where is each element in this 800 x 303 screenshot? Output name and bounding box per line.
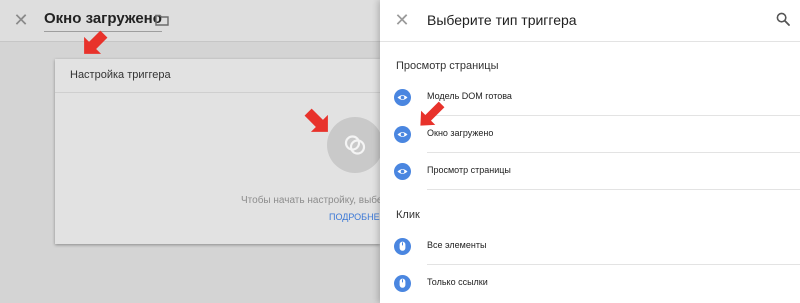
section-title-click: Клик bbox=[396, 209, 420, 221]
trigger-type-panel: ✕ Выберите тип триггера Просмотр страниц… bbox=[380, 0, 800, 303]
divider bbox=[427, 264, 800, 265]
mouse-icon bbox=[394, 275, 411, 292]
editor-header: ✕ Окно загружено bbox=[0, 0, 380, 42]
eye-icon bbox=[394, 126, 411, 143]
trigger-type-window-loaded[interactable]: Окно загружено bbox=[380, 117, 800, 153]
section-title-pageview: Просмотр страницы bbox=[396, 60, 499, 72]
learn-more-link[interactable]: ПОДРОБНЕЕ bbox=[329, 212, 380, 222]
card-title: Настройка триггера bbox=[70, 69, 171, 81]
trigger-type-label: Просмотр страницы bbox=[427, 165, 511, 175]
choose-trigger-type-button[interactable] bbox=[327, 117, 383, 173]
trigger-type-just-links[interactable]: Только ссылки bbox=[380, 266, 800, 302]
panel-title: Выберите тип триггера bbox=[427, 12, 577, 28]
divider bbox=[427, 152, 800, 153]
close-icon[interactable]: ✕ bbox=[394, 10, 410, 30]
trigger-type-page-view[interactable]: Просмотр страницы bbox=[380, 154, 800, 190]
trigger-type-label: Окно загружено bbox=[427, 128, 494, 138]
divider bbox=[427, 115, 800, 116]
panel-header: ✕ Выберите тип триггера bbox=[380, 0, 800, 42]
trigger-editor: ✕ Окно загружено Настройка триггера Чтоб… bbox=[0, 0, 383, 303]
trigger-type-dom-ready[interactable]: Модель DOM готова bbox=[380, 80, 800, 116]
trigger-placeholder-icon bbox=[344, 135, 366, 155]
trigger-type-label: Только ссылки bbox=[427, 277, 488, 287]
trigger-config-card: Настройка триггера Чтобы начать настройк… bbox=[55, 59, 383, 244]
trigger-type-label: Все элементы bbox=[427, 240, 487, 250]
mouse-icon bbox=[394, 238, 411, 255]
trigger-name-title[interactable]: Окно загружено bbox=[44, 10, 162, 32]
eye-icon bbox=[394, 163, 411, 180]
card-hint-text: Чтобы начать настройку, выберите тип три… bbox=[241, 195, 380, 206]
card-header: Настройка триггера bbox=[55, 59, 380, 93]
eye-icon bbox=[394, 89, 411, 106]
search-icon[interactable] bbox=[776, 12, 790, 26]
trigger-type-label: Модель DOM готова bbox=[427, 91, 512, 101]
close-icon[interactable]: ✕ bbox=[13, 10, 29, 30]
trigger-type-all-elements[interactable]: Все элементы bbox=[380, 229, 800, 265]
divider bbox=[427, 189, 800, 190]
folder-icon[interactable] bbox=[155, 14, 169, 26]
